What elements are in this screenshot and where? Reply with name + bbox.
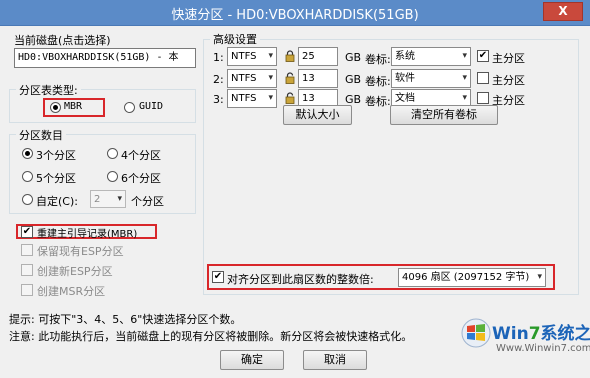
chevron-down-icon: ▾ [462, 51, 467, 61]
create-esp-label: 创建新ESP分区 [37, 265, 113, 278]
watermark-win: Win [492, 324, 529, 344]
count-custom-value: 2 [94, 194, 101, 205]
title-bar: 快速分区 - HD0:VBOXHARDDISK(51GB) X [0, 0, 590, 26]
rebuild-mbr-label[interactable]: 重建主引导记录(MBR) [37, 225, 137, 240]
windows-logo-icon [461, 318, 491, 348]
ok-button[interactable]: 确定 [220, 350, 284, 370]
count-custom-radio[interactable] [22, 194, 33, 205]
row2-fs-value: NTFS [231, 73, 257, 84]
row2-primary-label[interactable]: 主分区 [492, 72, 525, 88]
row1-size-input[interactable]: 25 [298, 47, 338, 66]
create-msr-label: 创建MSR分区 [37, 285, 106, 298]
row3-volume-value: 文档 [395, 93, 415, 104]
row2-volume-select[interactable]: 软件 ▾ [391, 69, 471, 88]
row3-label-caption: 卷标: [365, 95, 391, 108]
watermark-title: Win7系统之家 [492, 319, 590, 344]
row2-index: 2: [213, 73, 224, 86]
clear-labels-button[interactable]: 清空所有卷标 [390, 105, 498, 125]
chevron-down-icon: ▾ [117, 194, 122, 204]
align-checkbox[interactable]: ✔ [212, 271, 224, 283]
row3-fs-value: NTFS [231, 93, 257, 104]
row1-volume-value: 系统 [395, 51, 415, 62]
row2-primary-checkbox[interactable] [477, 72, 489, 84]
align-select[interactable]: 4096 扇区 (2097152 字节) ▾ [398, 268, 546, 287]
align-value: 4096 扇区 (2097152 字节) [402, 272, 530, 283]
rebuild-mbr-checkbox[interactable]: ✔ [21, 226, 33, 238]
row1-volume-select[interactable]: 系统 ▾ [391, 47, 471, 66]
guid-radio[interactable] [124, 102, 135, 113]
count-3-radio[interactable] [22, 148, 33, 159]
chevron-down-icon: ▾ [462, 73, 467, 83]
row1-primary-label[interactable]: 主分区 [492, 50, 525, 66]
keep-esp-checkbox[interactable] [21, 244, 33, 256]
row2-unit: GB [345, 73, 362, 86]
disk-select[interactable]: HD0:VBOXHARDDISK(51GB) - 本 [14, 48, 196, 68]
disk-group-title: 当前磁盘(点击选择) [14, 34, 111, 47]
row1-label-caption: 卷标: [365, 53, 391, 66]
window-title: 快速分区 - HD0:VBOXHARDDISK(51GB) [171, 8, 419, 23]
count-6-label[interactable]: 6个分区 [121, 170, 161, 186]
align-label[interactable]: 对齐分区到此扇区数的整数倍: [227, 271, 374, 287]
row1-fs-select[interactable]: NTFS ▾ [227, 47, 277, 66]
count-custom-suffix: 个分区 [131, 195, 164, 208]
count-4-label[interactable]: 4个分区 [121, 147, 161, 163]
chevron-down-icon: ▾ [268, 51, 273, 61]
row3-primary-checkbox[interactable] [477, 92, 489, 104]
unlock-icon[interactable] [285, 72, 295, 84]
row2-size-input[interactable]: 13 [298, 69, 338, 88]
count-3-label[interactable]: 3个分区 [36, 147, 76, 163]
row1-unit: GB [345, 51, 362, 64]
partition-count-title: 分区数目 [16, 127, 66, 143]
count-custom-select[interactable]: 2 ▾ [90, 190, 126, 208]
create-msr-checkbox[interactable] [21, 284, 33, 296]
create-esp-checkbox[interactable] [21, 264, 33, 276]
count-custom-label[interactable]: 自定(C): [36, 193, 78, 209]
mbr-label[interactable]: MBR [64, 101, 82, 112]
count-5-radio[interactable] [22, 171, 33, 182]
default-size-button[interactable]: 默认大小 [283, 105, 352, 125]
mbr-radio[interactable] [50, 102, 61, 113]
watermark-site-name: 系统之家 [540, 324, 590, 344]
unlock-icon[interactable] [285, 92, 295, 104]
keep-esp-label: 保留现有ESP分区 [37, 245, 124, 258]
lock-icon[interactable] [285, 50, 295, 62]
chevron-down-icon: ▾ [268, 93, 273, 103]
count-4-radio[interactable] [107, 148, 118, 159]
advanced-title: 高级设置 [210, 31, 260, 47]
guid-label[interactable]: GUID [139, 101, 163, 112]
hint-line-2: 注意: 此功能执行后，当前磁盘上的现有分区将被删除。新分区将会被快速格式化。 [9, 330, 413, 343]
row2-volume-value: 软件 [395, 73, 415, 84]
close-button[interactable]: X [543, 2, 583, 21]
chevron-down-icon: ▾ [537, 272, 542, 282]
partition-table-title: 分区表类型: [16, 82, 81, 98]
count-5-label[interactable]: 5个分区 [36, 170, 76, 186]
row3-fs-select[interactable]: NTFS ▾ [227, 89, 277, 108]
row2-label-caption: 卷标: [365, 75, 391, 88]
row1-primary-checkbox[interactable]: ✔ [477, 50, 489, 62]
cancel-button[interactable]: 取消 [303, 350, 367, 370]
hint-line-1: 提示: 可按下"3、4、5、6"快速选择分区个数。 [9, 313, 242, 326]
row1-fs-value: NTFS [231, 51, 257, 62]
count-6-radio[interactable] [107, 171, 118, 182]
row2-fs-select[interactable]: NTFS ▾ [227, 69, 277, 88]
watermark-url: Www.Winwin7.com [496, 343, 590, 354]
chevron-down-icon: ▾ [268, 73, 273, 83]
row3-index: 3: [213, 93, 224, 106]
watermark-seven: 7 [528, 324, 541, 344]
row1-index: 1: [213, 51, 224, 64]
